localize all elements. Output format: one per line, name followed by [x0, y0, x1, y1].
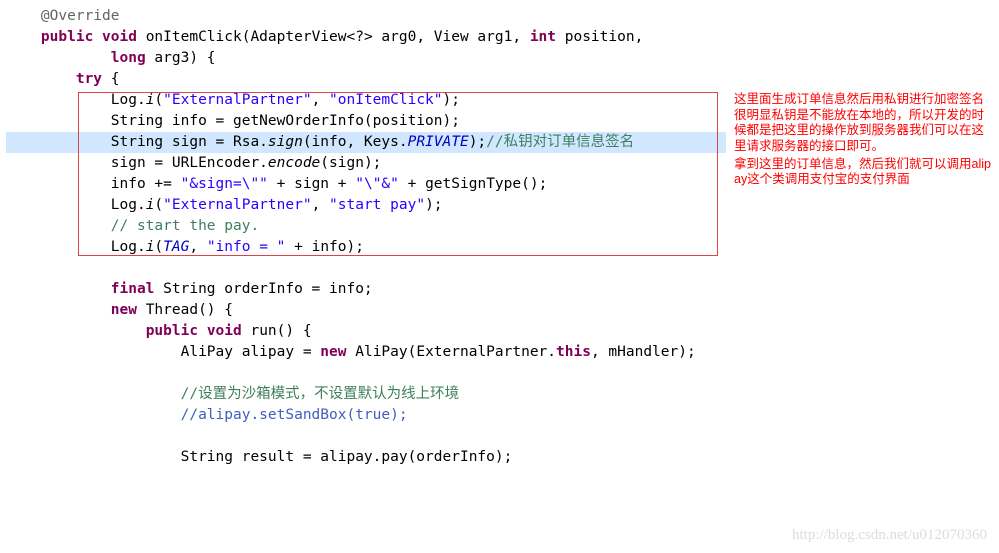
code-line: long arg3) {	[6, 48, 726, 69]
code-line	[6, 363, 726, 384]
code-line: //设置为沙箱模式，不设置默认为线上环境	[6, 384, 726, 405]
code-line: public void run() {	[6, 321, 726, 342]
annotation-text: 这里面生成订单信息然后用私钥进行加密签名很明显私钥是不能放在本地的，所以开发的时…	[734, 92, 992, 155]
code-line: final String orderInfo = info;	[6, 279, 726, 300]
code-line	[6, 258, 726, 279]
code-line: // start the pay.	[6, 216, 726, 237]
code-line: //alipay.setSandBox(true);	[6, 405, 726, 426]
code-line: @Override	[6, 6, 726, 27]
annotation-text: 拿到这里的订单信息，然后我们就可以调用alipay这个类调用支付宝的支付界面	[734, 157, 992, 188]
code-line-highlighted: String sign = Rsa.sign(info, Keys.PRIVAT…	[6, 132, 726, 153]
code-line: String result = alipay.pay(orderInfo);	[6, 447, 726, 468]
code-line: Log.i("ExternalPartner", "onItemClick");	[6, 90, 726, 111]
code-line: try {	[6, 69, 726, 90]
code-line: new Thread() {	[6, 300, 726, 321]
code-line: AliPay alipay = new AliPay(ExternalPartn…	[6, 342, 726, 363]
code-line	[6, 426, 726, 447]
code-line: Log.i(TAG, "info = " + info);	[6, 237, 726, 258]
code-line: info += "&sign=\"" + sign + "\"&" + getS…	[6, 174, 726, 195]
code-line: sign = URLEncoder.encode(sign);	[6, 153, 726, 174]
watermark: http://blog.csdn.net/u012070360	[792, 525, 987, 547]
code-editor[interactable]: @Override public void onItemClick(Adapte…	[6, 6, 726, 468]
code-line: public void onItemClick(AdapterView<?> a…	[6, 27, 726, 48]
code-line: String info = getNewOrderInfo(position);	[6, 111, 726, 132]
annotation-note: 这里面生成订单信息然后用私钥进行加密签名很明显私钥是不能放在本地的，所以开发的时…	[734, 92, 992, 190]
code-line: Log.i("ExternalPartner", "start pay");	[6, 195, 726, 216]
